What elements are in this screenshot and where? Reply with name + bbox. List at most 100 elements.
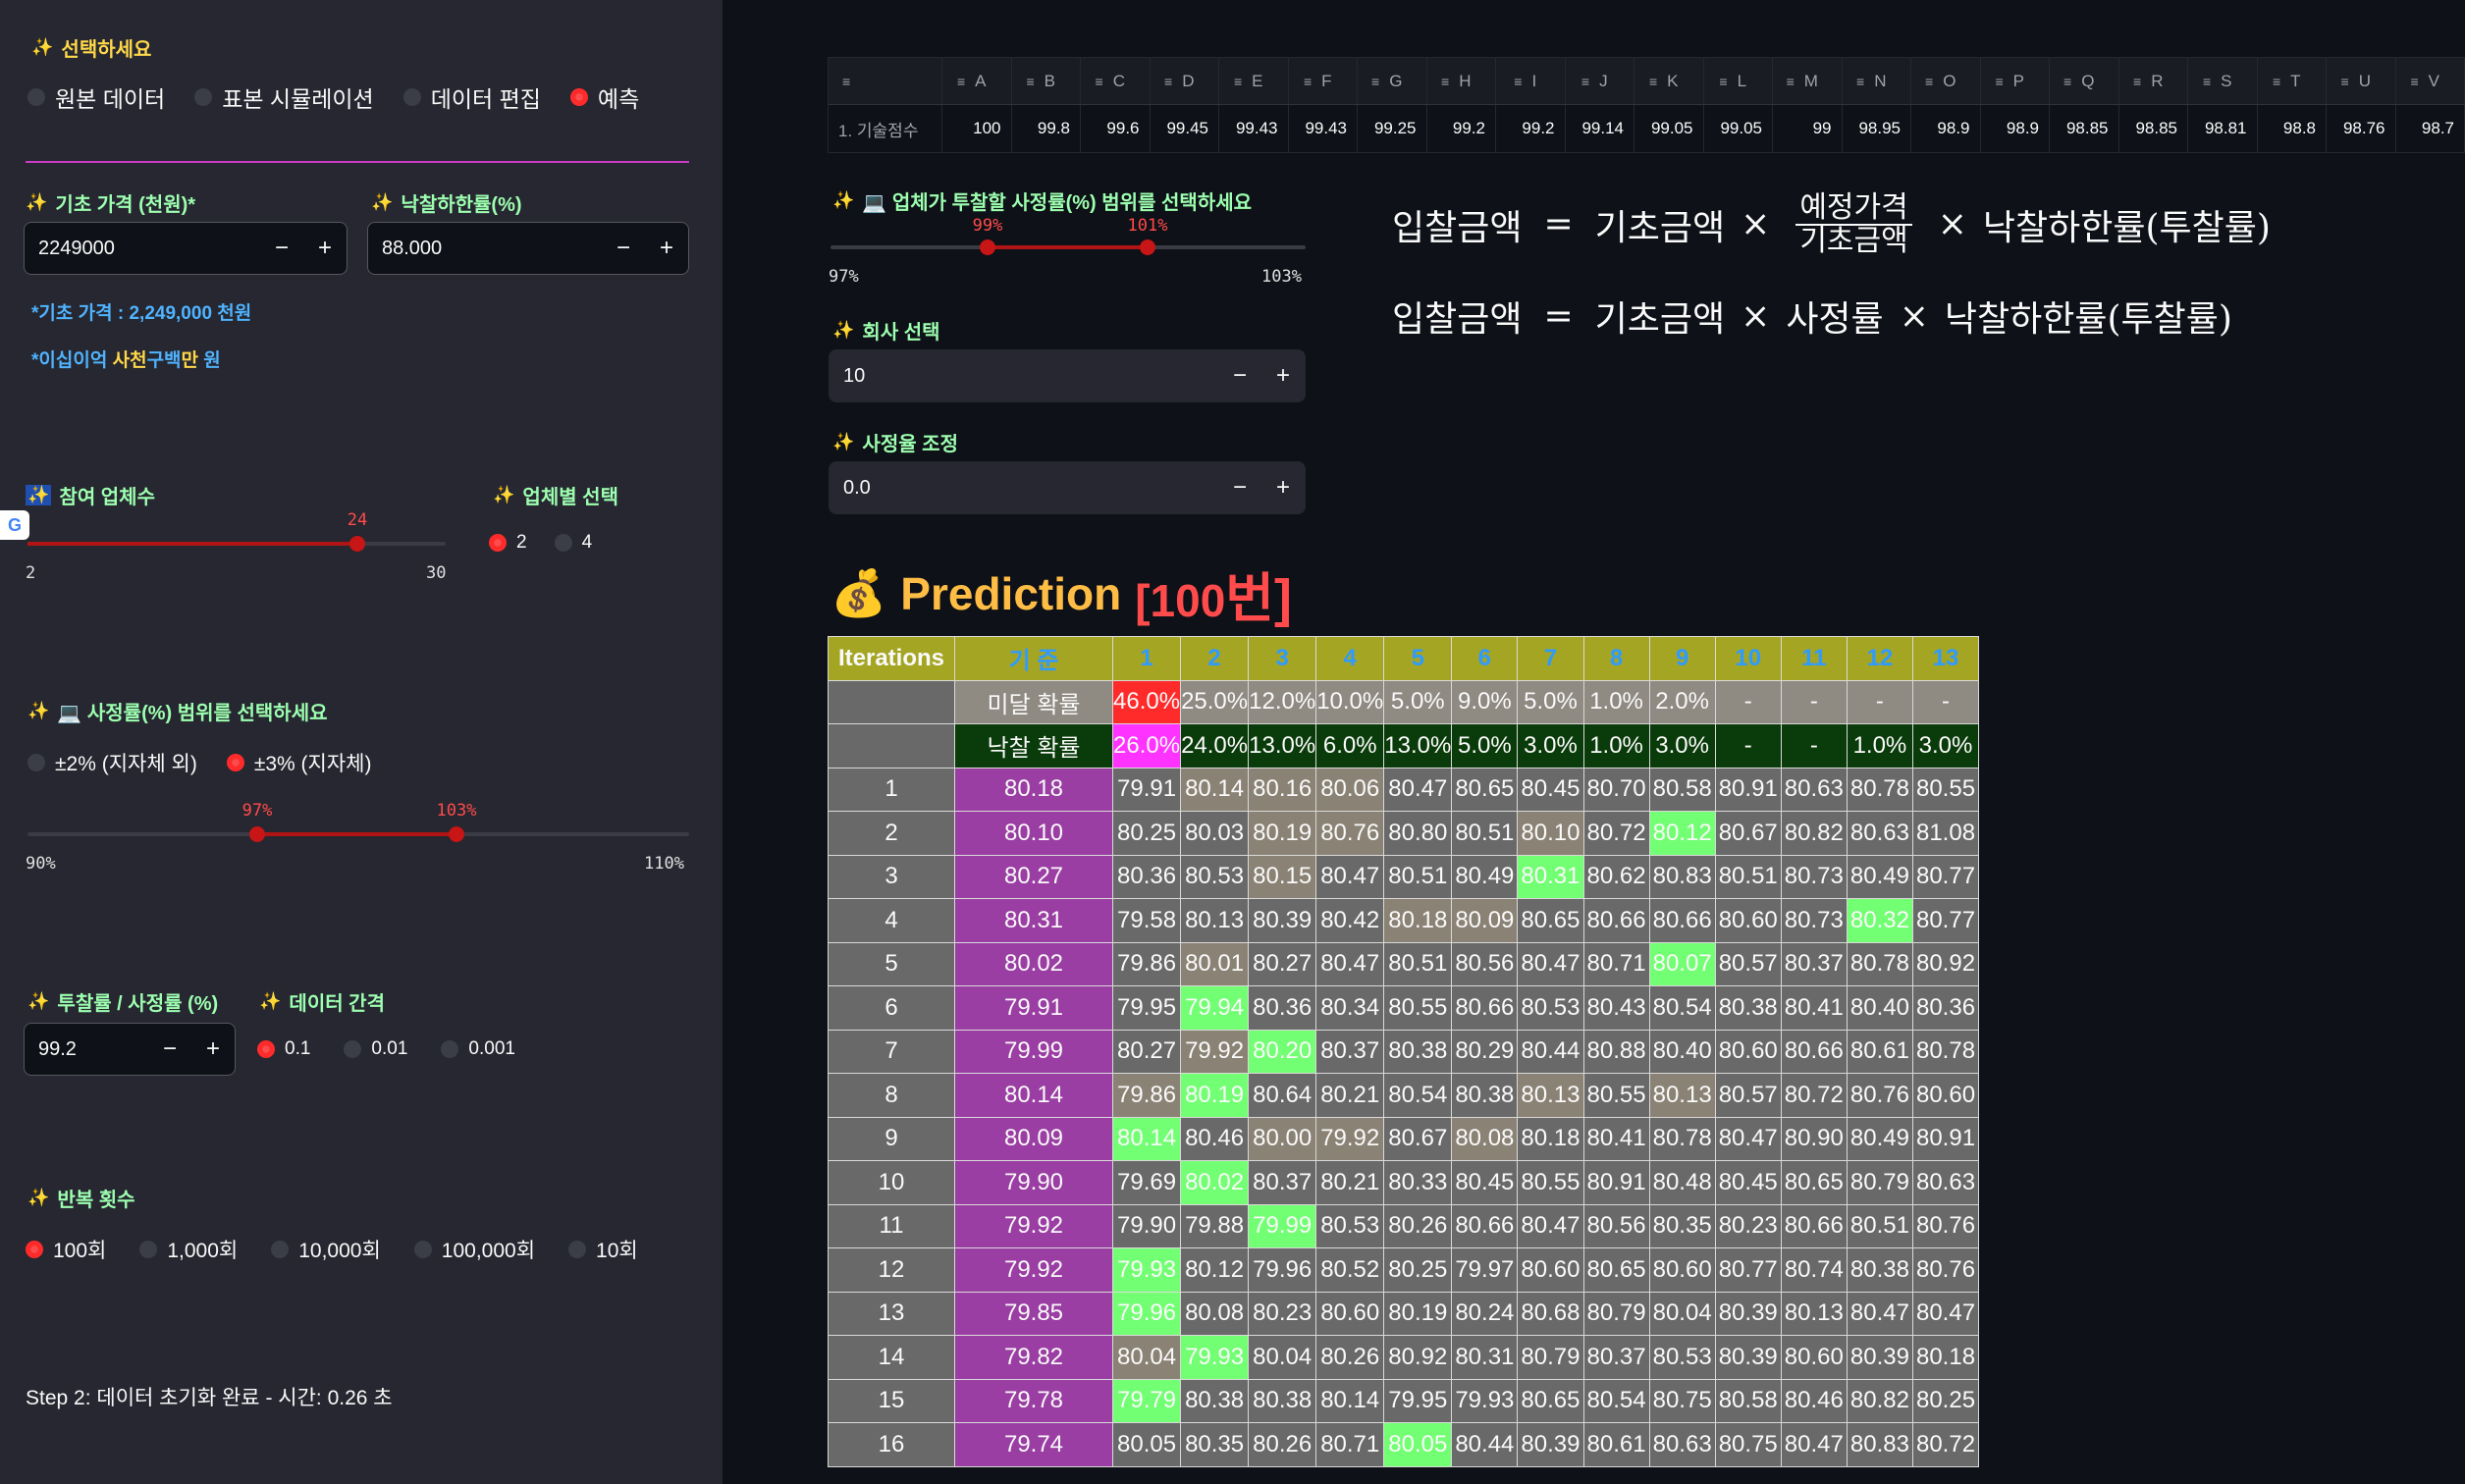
participants-slider-handle[interactable] xyxy=(349,536,365,552)
column-header-P[interactable]: ≡ P xyxy=(1981,58,2050,104)
radio-circle-icon[interactable] xyxy=(257,1040,275,1058)
dataframe-cell[interactable]: 98.85 xyxy=(2119,105,2188,152)
interval-radio-1[interactable]: 0.01 xyxy=(344,1038,407,1060)
radio-circle-icon[interactable] xyxy=(554,534,572,552)
radio-circle-icon[interactable] xyxy=(441,1040,459,1058)
repeat-radio-0[interactable]: 100회 xyxy=(26,1235,106,1264)
index-header[interactable]: ≡ xyxy=(829,58,942,104)
dataframe-cell[interactable]: 98.9 xyxy=(1911,105,1981,152)
plus-button[interactable]: + xyxy=(645,235,688,262)
radio-circle-icon[interactable] xyxy=(226,754,244,771)
mode-radio-2[interactable]: 데이터 편집 xyxy=(402,80,541,114)
plus-button[interactable]: + xyxy=(1261,474,1305,502)
dataframe-cell[interactable]: 98.76 xyxy=(2327,105,2396,152)
radio-circle-icon[interactable] xyxy=(413,1241,432,1258)
base-price-input[interactable]: 2249000 − + xyxy=(24,222,348,275)
plus-button[interactable]: + xyxy=(303,235,347,262)
minus-button[interactable]: − xyxy=(602,235,645,262)
dataframe-cell[interactable]: 99.05 xyxy=(1634,105,1704,152)
bid-rate-value[interactable]: 99.2 xyxy=(25,1038,148,1061)
column-header-N[interactable]: ≡ N xyxy=(1843,58,1911,104)
radio-circle-icon[interactable] xyxy=(26,1241,43,1258)
rate-adjust-value[interactable]: 0.0 xyxy=(830,477,1218,500)
radio-circle-icon[interactable] xyxy=(402,88,421,106)
dataframe-cell[interactable]: 99.05 xyxy=(1704,105,1773,152)
tech-score-dataframe[interactable]: ≡ ≡ A ≡ B ≡ C ≡ D ≡ E ≡ F ≡ G ≡ H ≡ I ≡ J ≡ K ≡ L ≡ M ≡ N ≡ O ≡ P ≡ Q ≡ R ≡ S ≡… xyxy=(828,57,2465,153)
company-select-value[interactable]: 10 xyxy=(830,365,1218,388)
base-price-value[interactable]: 2249000 xyxy=(25,238,260,260)
rate-adjust-input[interactable]: 0.0 − + xyxy=(829,461,1306,514)
column-header-E[interactable]: ≡ E xyxy=(1219,58,1289,104)
column-header-T[interactable]: ≡ T xyxy=(2258,58,2327,104)
rate-range-radio-1[interactable]: ±3% (지자체) xyxy=(226,748,371,777)
company-slider-high-handle[interactable] xyxy=(1140,239,1155,255)
column-header-O[interactable]: ≡ O xyxy=(1911,58,1981,104)
column-header-G[interactable]: ≡ G xyxy=(1358,58,1427,104)
dataframe-cell[interactable]: 99.25 xyxy=(1358,105,1427,152)
minus-button[interactable]: − xyxy=(1218,362,1261,390)
mode-radio-0[interactable]: 원본 데이터 xyxy=(27,80,165,114)
dataframe-cell[interactable]: 99.43 xyxy=(1219,105,1289,152)
column-header-R[interactable]: ≡ R xyxy=(2119,58,2188,104)
repeat-radio-4[interactable]: 10회 xyxy=(568,1235,638,1264)
mode-radio-3[interactable]: 예측 xyxy=(569,80,639,114)
interval-radio-2[interactable]: 0.001 xyxy=(441,1038,515,1060)
row-label[interactable]: 1. 기술점수 xyxy=(829,105,942,152)
minus-button[interactable]: − xyxy=(260,235,303,262)
dataframe-cell[interactable]: 98.8 xyxy=(2258,105,2327,152)
dataframe-cell[interactable]: 99.14 xyxy=(1566,105,1634,152)
column-header-V[interactable]: ≡ V xyxy=(2396,58,2465,104)
minus-button[interactable]: − xyxy=(1218,474,1261,502)
radio-circle-icon[interactable] xyxy=(27,754,45,771)
repeat-radio-2[interactable]: 10,000회 xyxy=(271,1235,381,1264)
plus-button[interactable]: + xyxy=(191,1035,235,1063)
bid-rate-input[interactable]: 99.2 − + xyxy=(24,1023,236,1076)
radio-circle-icon[interactable] xyxy=(271,1241,290,1258)
mode-radio-1[interactable]: 표본 시뮬레이션 xyxy=(194,80,374,114)
dataframe-cell[interactable]: 99.8 xyxy=(1012,105,1081,152)
radio-circle-icon[interactable] xyxy=(489,534,507,552)
column-header-J[interactable]: ≡ J xyxy=(1566,58,1634,104)
repeat-radio-3[interactable]: 100,000회 xyxy=(413,1235,535,1264)
column-header-K[interactable]: ≡ K xyxy=(1634,58,1704,104)
radio-circle-icon[interactable] xyxy=(569,88,588,106)
company-slider-low-handle[interactable] xyxy=(980,239,995,255)
column-header-H[interactable]: ≡ H xyxy=(1427,58,1496,104)
company-select-input[interactable]: 10 − + xyxy=(829,349,1306,402)
plus-button[interactable]: + xyxy=(1261,362,1305,390)
dataframe-cell[interactable]: 98.81 xyxy=(2188,105,2258,152)
radio-circle-icon[interactable] xyxy=(568,1241,587,1258)
column-header-A[interactable]: ≡ A xyxy=(942,58,1012,104)
rate-slider-high-handle[interactable] xyxy=(449,826,464,842)
column-header-C[interactable]: ≡ C xyxy=(1081,58,1151,104)
dataframe-cell[interactable]: 98.95 xyxy=(1843,105,1911,152)
rate-range-radio-0[interactable]: ±2% (지자체 외) xyxy=(27,748,197,777)
per-company-radio-0[interactable]: 2 xyxy=(489,532,527,554)
column-header-I[interactable]: ≡ I xyxy=(1496,58,1566,104)
dataframe-cell[interactable]: 99.45 xyxy=(1151,105,1219,152)
column-header-L[interactable]: ≡ L xyxy=(1704,58,1773,104)
dataframe-cell[interactable]: 99.2 xyxy=(1427,105,1496,152)
rate-slider-low-handle[interactable] xyxy=(249,826,265,842)
radio-circle-icon[interactable] xyxy=(139,1241,158,1258)
dataframe-cell[interactable]: 99.6 xyxy=(1081,105,1151,152)
radio-circle-icon[interactable] xyxy=(27,88,45,106)
lower-rate-input[interactable]: 88.000 − + xyxy=(367,222,689,275)
lower-rate-value[interactable]: 88.000 xyxy=(368,238,602,260)
dataframe-cell[interactable]: 98.85 xyxy=(2050,105,2119,152)
column-header-F[interactable]: ≡ F xyxy=(1289,58,1358,104)
column-header-Q[interactable]: ≡ Q xyxy=(2050,58,2119,104)
dataframe-cell[interactable]: 99.43 xyxy=(1289,105,1358,152)
minus-button[interactable]: − xyxy=(148,1035,191,1063)
dataframe-cell[interactable]: 98.9 xyxy=(1981,105,2050,152)
dataframe-cell[interactable]: 100 xyxy=(942,105,1012,152)
column-header-B[interactable]: ≡ B xyxy=(1012,58,1081,104)
column-header-U[interactable]: ≡ U xyxy=(2327,58,2396,104)
dataframe-cell[interactable]: 99.2 xyxy=(1496,105,1566,152)
radio-circle-icon[interactable] xyxy=(344,1040,362,1058)
translate-icon[interactable]: G xyxy=(0,510,29,540)
radio-circle-icon[interactable] xyxy=(194,88,213,106)
interval-radio-0[interactable]: 0.1 xyxy=(257,1038,310,1060)
repeat-radio-1[interactable]: 1,000회 xyxy=(139,1235,238,1264)
dataframe-cell[interactable]: 99 xyxy=(1773,105,1843,152)
